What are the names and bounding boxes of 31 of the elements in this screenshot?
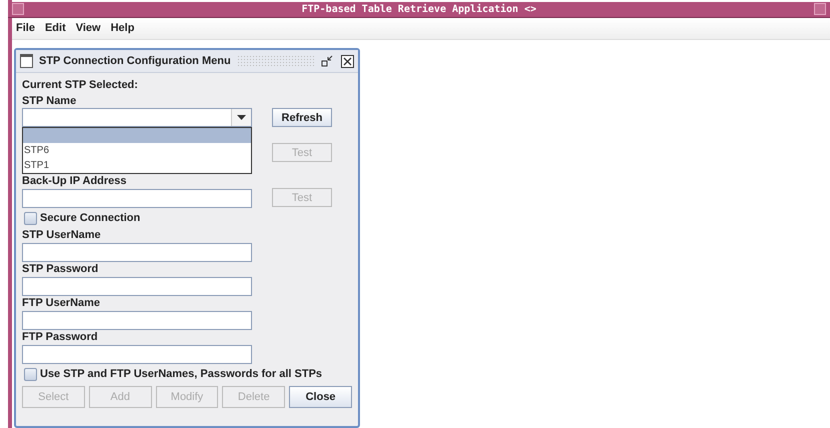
maximize-icon[interactable] xyxy=(814,3,826,16)
window-icon xyxy=(20,54,33,68)
field-label: FTP Password xyxy=(22,330,99,344)
checkbox[interactable] xyxy=(24,212,37,224)
window-title: FTP-based Table Retrieve Application <> xyxy=(300,4,538,15)
field-label: Current STP Selected: xyxy=(22,78,139,92)
menu-item[interactable]: Edit xyxy=(44,22,66,34)
menu-item[interactable]: Help xyxy=(110,22,134,34)
field-label: FTP UserName xyxy=(22,296,102,310)
field-label: Back-Up IP Address xyxy=(22,174,128,188)
refresh-button[interactable]: Refresh xyxy=(272,108,332,127)
input-field[interactable] xyxy=(22,243,252,262)
dialog-title: STP Connection Configuration Menu xyxy=(39,55,231,67)
close-icon[interactable] xyxy=(340,54,354,68)
dropdown-option[interactable]: STP6 xyxy=(23,143,251,158)
window-menu-icon[interactable] xyxy=(12,3,24,16)
input-field[interactable] xyxy=(22,189,252,208)
input-field[interactable] xyxy=(22,345,252,364)
dialog-button[interactable]: Close xyxy=(289,386,352,408)
input-field[interactable] xyxy=(22,277,252,296)
field-label: STP Name xyxy=(22,94,78,108)
menu-item[interactable]: File xyxy=(16,22,35,34)
field-label: STP Password xyxy=(22,262,100,276)
input-field[interactable] xyxy=(22,311,252,330)
checkbox[interactable] xyxy=(24,368,37,380)
dropdown-option[interactable]: STP1 xyxy=(23,158,251,173)
checkbox-label: Use STP and FTP UserNames, Passwords for all STPs xyxy=(40,367,322,381)
minimize-icon[interactable] xyxy=(320,54,334,68)
checkbox-label: Secure Connection xyxy=(40,211,140,225)
menu-item[interactable]: View xyxy=(76,22,101,34)
field-label: STP UserName xyxy=(22,228,102,242)
